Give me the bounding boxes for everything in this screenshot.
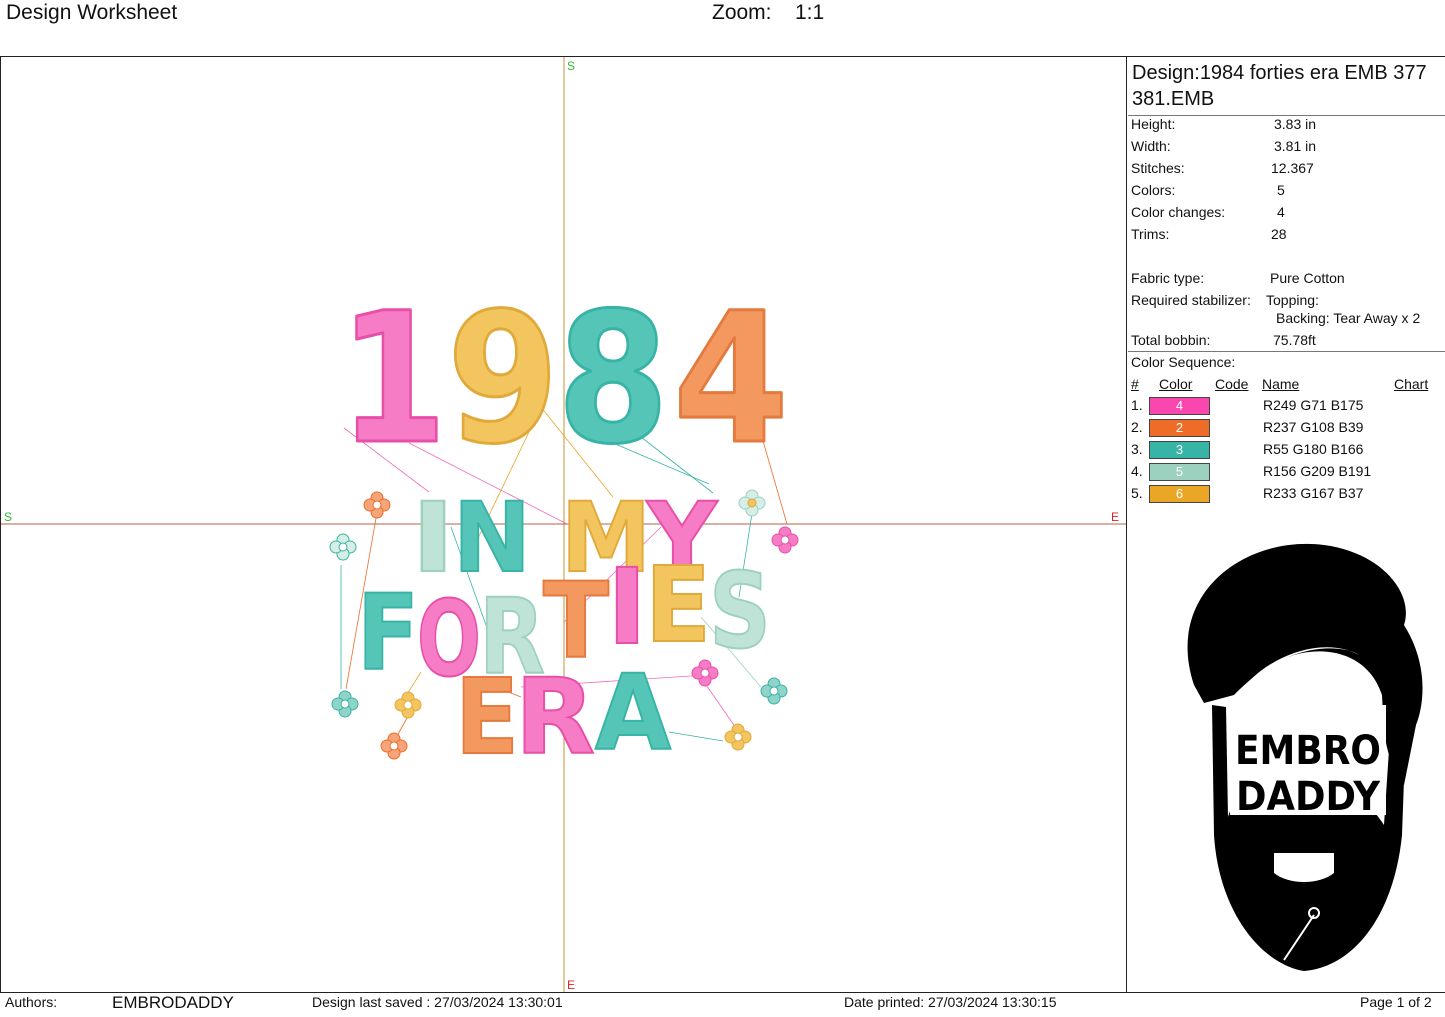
divider: [1128, 351, 1445, 352]
worksheet-frame: S S E E 1 9 8 4 I N M Y F O R T I E S E …: [0, 56, 1445, 993]
svg-text:1: 1: [339, 275, 447, 484]
svg-text:8: 8: [557, 275, 669, 484]
page-number: Page 1 of 2: [1360, 994, 1432, 1010]
col-header-num: #: [1131, 376, 1139, 392]
svg-text:R: R: [515, 656, 595, 778]
logo-text-line2: DADDY: [1236, 774, 1381, 820]
color-swatch: 4: [1149, 397, 1210, 415]
flower-mint-1: [329, 533, 357, 561]
flower-teal-1: [760, 677, 788, 705]
col-header-name: Name: [1262, 376, 1300, 392]
date-printed: Date printed: 27/03/2024 13:30:15: [844, 994, 1057, 1010]
svg-text:4: 4: [673, 275, 789, 484]
zoom-label: Zoom:: [712, 1, 772, 24]
flower-yellow-2: [724, 723, 752, 751]
design-preview: S S E E 1 9 8 4 I N M Y F O R T I E S E …: [1, 57, 1126, 992]
color-sequence-title: Color Sequence:: [1131, 354, 1236, 370]
design-name: Design:1984 forties era EMB 377 381.EMB: [1132, 62, 1427, 110]
start-marker-left: S: [4, 510, 12, 524]
line3-text: E R A: [454, 651, 672, 779]
svg-text:F: F: [357, 572, 419, 694]
flower-teal-2: [331, 690, 359, 718]
col-header-chart: Chart: [1394, 376, 1429, 392]
embrodaddy-logo: EMBRO DADDY: [1187, 543, 1423, 971]
color-row: 4. 5 R156 G209 B191: [1131, 463, 1372, 481]
top-bar: Design Worksheet Zoom: 1:1: [0, 0, 1445, 56]
col-header-code: Code: [1215, 376, 1249, 392]
authors-label: Authors:: [5, 994, 58, 1010]
flower-mint-2: [738, 489, 766, 517]
end-marker-bottom: E: [567, 978, 575, 992]
year-text: 1 9 8 4: [338, 274, 791, 486]
color-swatch: 2: [1149, 419, 1210, 437]
design-info-panel: Design:1984 forties era EMB 377 381.EMB …: [1128, 57, 1445, 992]
page-title: Design Worksheet: [6, 1, 178, 24]
zoom-value[interactable]: 1:1: [795, 1, 824, 25]
design-canvas[interactable]: S S E E 1 9 8 4 I N M Y F O R T I E S E …: [1, 57, 1127, 992]
logo-text-line1: EMBRO: [1235, 728, 1381, 774]
start-marker-top: S: [567, 59, 575, 73]
svg-text:S: S: [709, 550, 771, 672]
authors-value: EMBRODADDY: [112, 993, 234, 1012]
svg-text:E: E: [455, 656, 519, 778]
color-row: 1. 4 R249 G71 B175: [1131, 397, 1364, 415]
color-row: 2. 2 R237 G108 B39: [1131, 419, 1364, 437]
svg-text:9: 9: [447, 275, 559, 484]
flower-pink-1: [771, 526, 799, 554]
color-swatch: 6: [1149, 485, 1210, 503]
col-header-color: Color: [1159, 376, 1193, 392]
color-swatch: 5: [1149, 463, 1210, 481]
flower-orange-1: [363, 491, 391, 519]
color-row: 3. 3 R55 G180 B166: [1131, 441, 1364, 459]
svg-text:A: A: [595, 652, 671, 774]
end-marker-right: E: [1111, 510, 1119, 524]
last-saved: Design last saved : 27/03/2024 13:30:01: [312, 994, 563, 1010]
footer: Authors: EMBRODADDY Design last saved : …: [0, 993, 1445, 1017]
svg-text:I: I: [607, 546, 647, 668]
flower-orange-2: [380, 732, 408, 760]
svg-text:E: E: [645, 544, 711, 666]
color-row: 5. 6 R233 G167 B37: [1131, 485, 1364, 503]
color-swatch: 3: [1149, 441, 1210, 459]
